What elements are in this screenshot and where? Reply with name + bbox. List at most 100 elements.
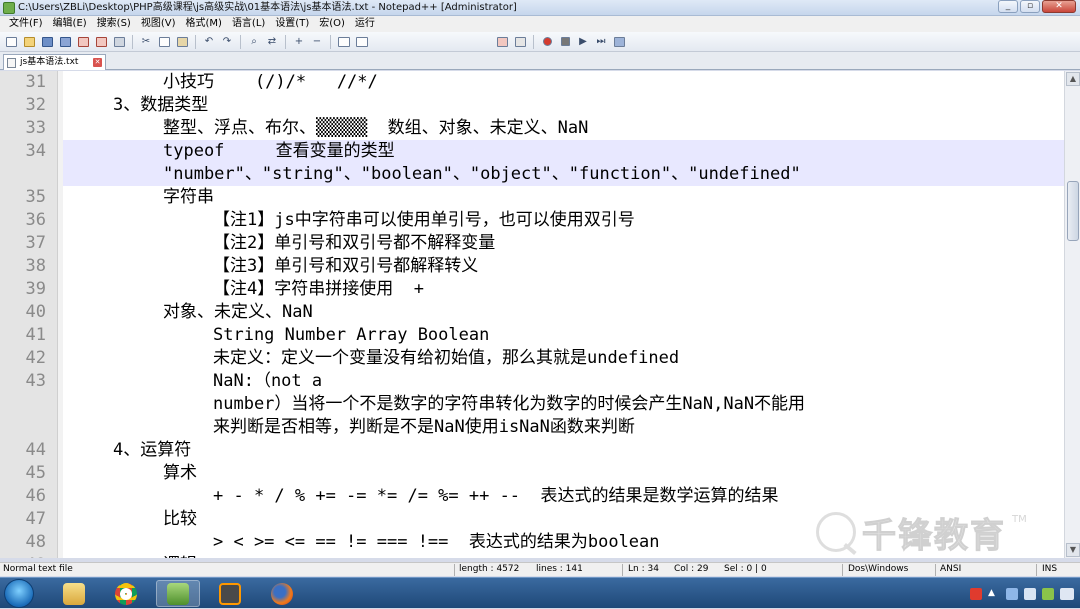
line-text[interactable]: number）当将一个不是数字的字符串转化为数字的时候会产生NaN,NaN不能用 <box>213 393 805 416</box>
line-text[interactable]: 小技巧 (/)/* //*/ <box>163 71 378 94</box>
find-icon[interactable]: ⌕ <box>246 34 262 49</box>
editor-line[interactable]: 42 未定义：定义一个变量没有给初始值，那么其就是undefined <box>0 347 1064 370</box>
menu-format[interactable]: 格式(M) <box>181 16 227 32</box>
stop-macro-icon[interactable] <box>557 34 573 49</box>
editor-line[interactable]: 45 算术 <box>0 462 1064 485</box>
taskbar-explorer[interactable] <box>52 580 96 607</box>
scroll-down-icon[interactable]: ▼ <box>1066 543 1080 557</box>
taskbar-notepad-plus-plus[interactable] <box>156 580 200 607</box>
close-file-icon[interactable] <box>75 34 91 49</box>
windows-start-icon[interactable] <box>4 579 34 608</box>
text-editor[interactable]: 31 小技巧 (/)/* //*/ 32 3、数据类型 33 整型、浮点、布尔、▒▒▒▒▒… <box>0 71 1064 558</box>
menu-view[interactable]: 视图(V) <box>136 16 181 32</box>
save-icon[interactable] <box>39 34 55 49</box>
line-text[interactable]: 算术 <box>163 462 197 485</box>
taskbar-firefox[interactable] <box>260 580 304 607</box>
line-text[interactable]: 整型、浮点、布尔、▒▒▒▒▒ 数组、对象、未定义、NaN <box>163 117 588 140</box>
toolbar-separator <box>195 34 196 49</box>
play-multiple-macro-icon[interactable]: ⏭ <box>593 34 609 49</box>
paste-icon[interactable] <box>174 34 190 49</box>
editor-line[interactable]: 31 小技巧 (/)/* //*/ <box>0 71 1064 94</box>
zoom-in-icon[interactable]: + <box>291 34 307 49</box>
line-text[interactable]: 【注2】单引号和双引号都不解释变量 <box>213 232 495 255</box>
close-tab-icon[interactable]: ✕ <box>93 58 102 67</box>
line-text[interactable]: 对象、未定义、NaN <box>163 301 313 324</box>
editor-line[interactable]: 39 【注4】字符串拼接使用 + <box>0 278 1064 301</box>
menu-language[interactable]: 语言(L) <box>227 16 270 32</box>
editor-line[interactable]: 36 【注1】js中字符串可以使用单引号，也可以使用双引号 <box>0 209 1064 232</box>
editor-line[interactable]: 34 typeof 查看变量的类型 <box>0 140 1064 163</box>
line-text[interactable]: NaN:（not a <box>213 370 322 393</box>
menu-run[interactable]: 运行 <box>350 16 380 32</box>
maximize-button[interactable]: ▫ <box>1020 0 1040 13</box>
line-text[interactable]: 字符串 <box>163 186 214 209</box>
editor-line[interactable]: 40 对象、未定义、NaN <box>0 301 1064 324</box>
zoom-out-icon[interactable]: − <box>309 34 325 49</box>
line-number: 40 <box>25 302 46 322</box>
replace-icon[interactable]: ⇄ <box>264 34 280 49</box>
line-text[interactable]: 【注3】单引号和双引号都解释转义 <box>213 255 478 278</box>
line-text[interactable]: "number"、"string"、"boolean"、"object"、"fu… <box>163 163 801 186</box>
line-text[interactable]: 来判断是否相等，判断是不是NaN使用isNaN函数来判断 <box>213 416 635 439</box>
line-text[interactable]: 逻辑 <box>163 554 197 558</box>
editor-line[interactable]: 38 【注3】单引号和双引号都解释转义 <box>0 255 1064 278</box>
line-text[interactable]: 3、数据类型 <box>113 94 208 117</box>
volume-icon[interactable] <box>1024 587 1036 600</box>
action-center-icon[interactable] <box>1060 587 1074 600</box>
line-text[interactable]: String Number Array Boolean <box>213 324 489 347</box>
editor-line[interactable]: number）当将一个不是数字的字符串转化为数字的时候会产生NaN,NaN不能用 <box>0 393 1064 416</box>
editor-line[interactable]: 35 字符串 <box>0 186 1064 209</box>
editor-line[interactable]: 43 NaN:（not a <box>0 370 1064 393</box>
cut-icon[interactable]: ✂ <box>138 34 154 49</box>
line-text[interactable]: + - * / % += -= *= /= %= ++ -- 表达式的结果是数学… <box>213 485 779 508</box>
editor-line[interactable]: 46 + - * / % += -= *= /= %= ++ -- 表达式的结果是… <box>0 485 1064 508</box>
vertical-scrollbar[interactable]: ▲ ▼ <box>1064 71 1080 558</box>
tray-expand-icon[interactable]: ▲ <box>988 588 1000 600</box>
editor-line[interactable]: 44 4、运算符 <box>0 439 1064 462</box>
line-text[interactable]: 【注1】js中字符串可以使用单引号，也可以使用双引号 <box>213 209 635 232</box>
close-all-icon[interactable] <box>93 34 109 49</box>
editor-line[interactable]: 33 整型、浮点、布尔、▒▒▒▒▒ 数组、对象、未定义、NaN <box>0 117 1064 140</box>
menu-search[interactable]: 搜索(S) <box>92 16 136 32</box>
line-text[interactable]: 【注4】字符串拼接使用 + <box>213 278 424 301</box>
line-text[interactable]: 未定义：定义一个变量没有给初始值，那么其就是undefined <box>213 347 679 370</box>
save-all-icon[interactable] <box>57 34 73 49</box>
print-icon[interactable] <box>111 34 127 49</box>
monitor-icon[interactable] <box>512 34 528 49</box>
close-button[interactable]: ✕ <box>1042 0 1076 13</box>
battery-icon[interactable] <box>1042 587 1054 600</box>
editor-line[interactable]: 来判断是否相等，判断是不是NaN使用isNaN函数来判断 <box>0 416 1064 439</box>
line-text[interactable]: 比较 <box>163 508 197 531</box>
scroll-thumb[interactable] <box>1067 181 1079 241</box>
save-macro-icon[interactable] <box>611 34 627 49</box>
line-text[interactable]: 4、运算符 <box>113 439 191 462</box>
editor-line[interactable]: 32 3、数据类型 <box>0 94 1064 117</box>
editor-line[interactable]: 41 String Number Array Boolean <box>0 324 1064 347</box>
line-text[interactable]: > < >= <= == != === !== 表达式的结果为boolean <box>213 531 660 554</box>
sogou-input-icon[interactable] <box>970 587 982 600</box>
line-text[interactable]: typeof 查看变量的类型 <box>163 140 395 163</box>
word-wrap-icon[interactable] <box>354 34 370 49</box>
menu-file[interactable]: 文件(F) <box>4 16 48 32</box>
sync-scroll-icon[interactable] <box>336 34 352 49</box>
taskbar-sublime[interactable] <box>208 580 252 607</box>
editor-line[interactable]: 37 【注2】单引号和双引号都不解释变量 <box>0 232 1064 255</box>
editor-line[interactable]: "number"、"string"、"boolean"、"object"、"fu… <box>0 163 1064 186</box>
scroll-up-icon[interactable]: ▲ <box>1066 72 1080 86</box>
title-bar[interactable]: C:\Users\ZBLi\Desktop\PHP高级课程\js高级实战\01基… <box>0 0 1080 16</box>
redo-icon[interactable]: ↷ <box>219 34 235 49</box>
copy-icon[interactable] <box>156 34 172 49</box>
menu-macro[interactable]: 宏(O) <box>314 16 350 32</box>
doc-map-icon[interactable] <box>494 34 510 49</box>
play-macro-icon[interactable]: ▶ <box>575 34 591 49</box>
tab-js-basic-syntax[interactable]: js基本语法.txt ✕ <box>3 54 106 70</box>
undo-icon[interactable]: ↶ <box>201 34 217 49</box>
network-icon[interactable] <box>1006 587 1018 600</box>
menu-settings[interactable]: 设置(T) <box>270 16 314 32</box>
minimize-button[interactable]: _ <box>998 0 1018 13</box>
open-file-icon[interactable] <box>21 34 37 49</box>
taskbar-chrome[interactable] <box>104 580 148 607</box>
new-file-icon[interactable] <box>3 34 19 49</box>
menu-edit[interactable]: 编辑(E) <box>48 16 92 32</box>
record-macro-icon[interactable] <box>539 34 555 49</box>
